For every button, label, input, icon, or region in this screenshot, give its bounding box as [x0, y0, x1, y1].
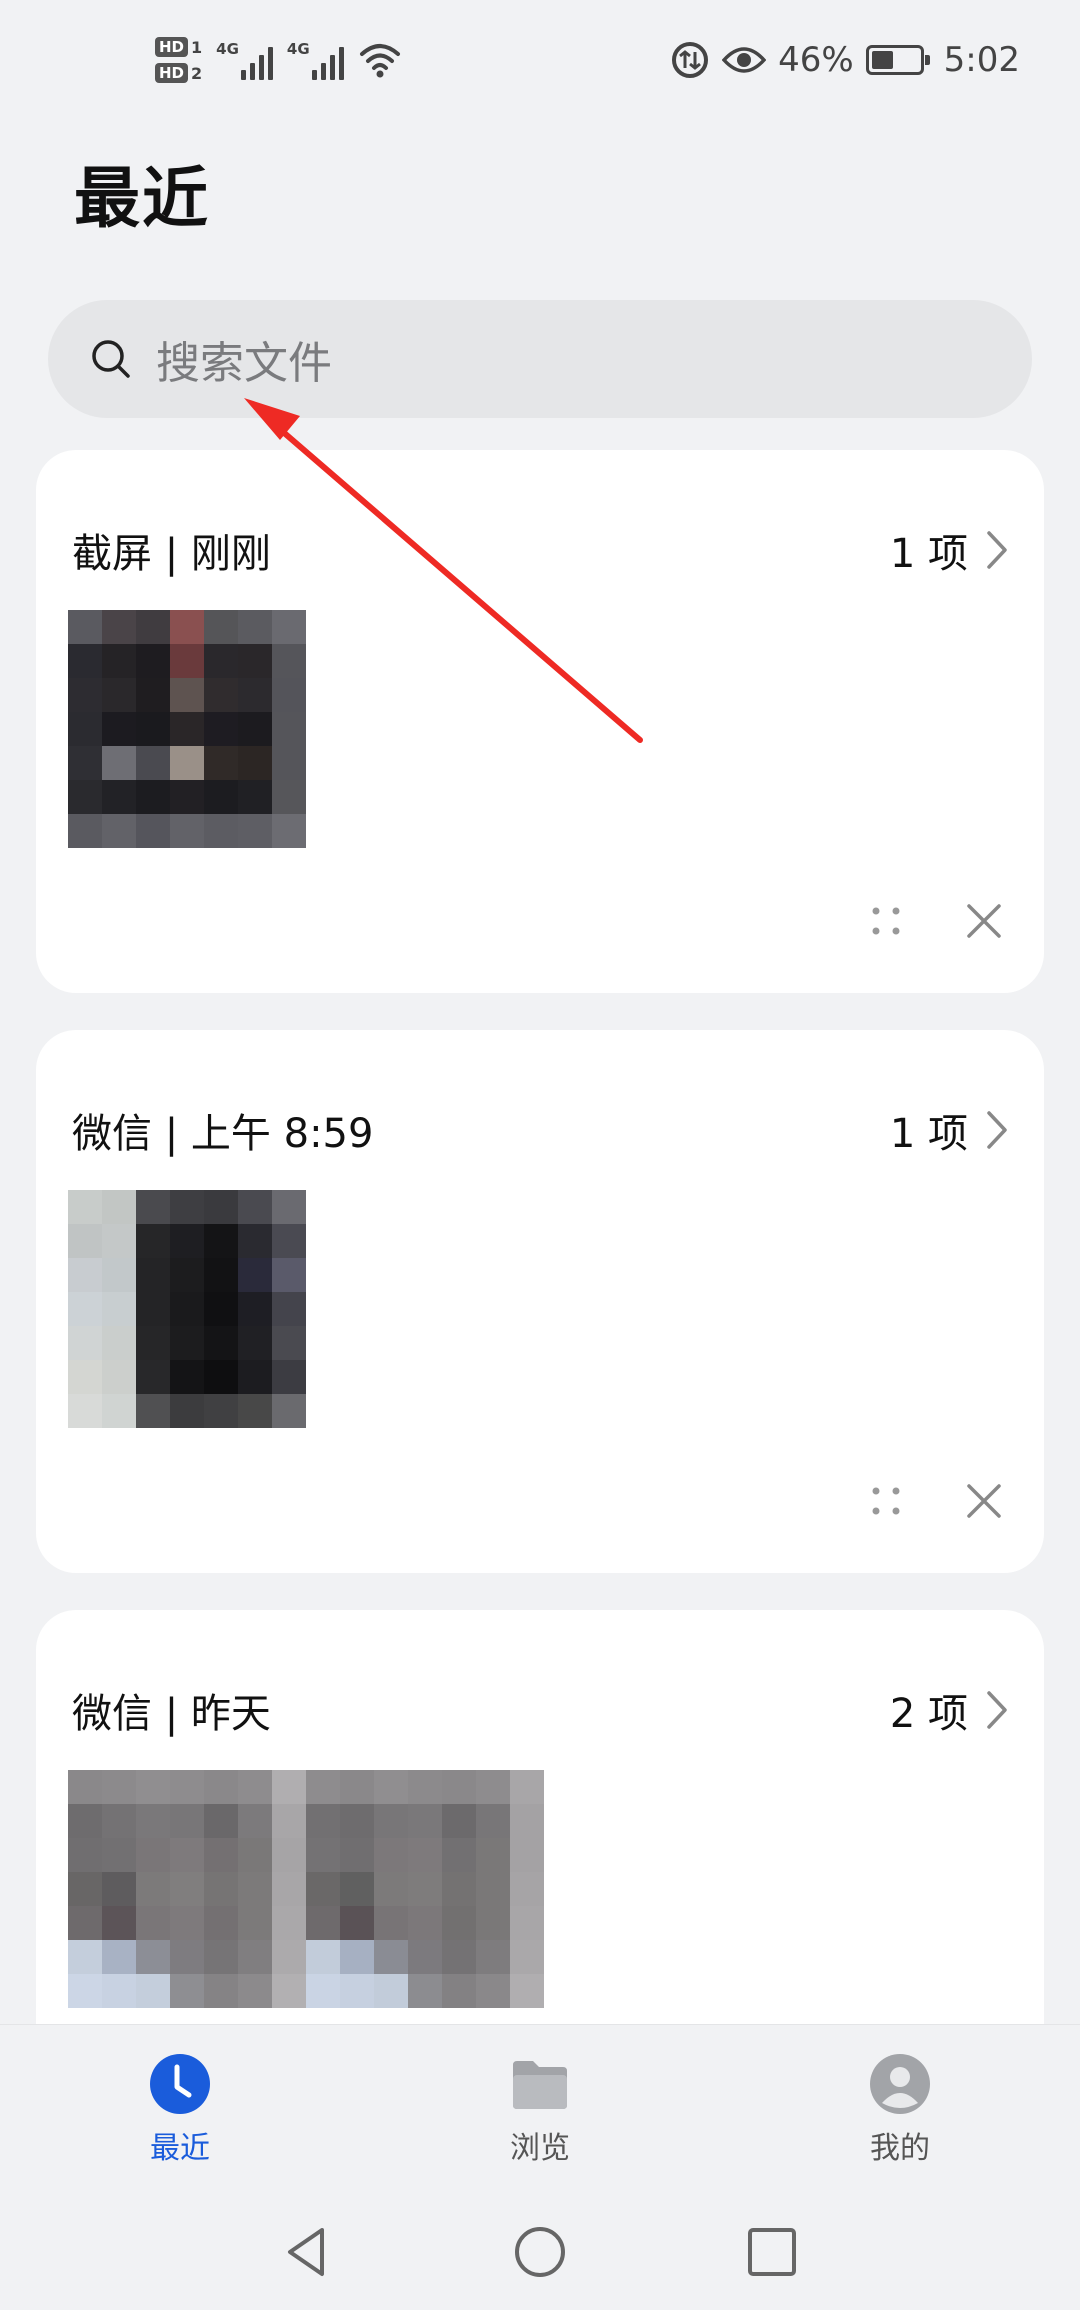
- drag-handle-icon[interactable]: [868, 1483, 904, 1519]
- file-thumbnail[interactable]: [68, 610, 306, 848]
- sim1-indicator: HD 1: [155, 37, 202, 57]
- close-icon[interactable]: [964, 1481, 1004, 1521]
- group-title: 微信 | 昨天: [72, 1691, 271, 1737]
- group-count-link[interactable]: 1 项: [890, 521, 1008, 579]
- home-icon[interactable]: [512, 2224, 568, 2280]
- group-title: 微信 | 上午 8:59: [72, 1111, 374, 1157]
- card-actions: [868, 1481, 1004, 1521]
- battery-fill: [871, 51, 893, 69]
- status-bar: HD 1 HD 2 4G 4G 46% 5:02: [0, 0, 1080, 120]
- network-type-1: 4G: [216, 40, 239, 58]
- clock-icon: [150, 2054, 210, 2114]
- nav-item-browse[interactable]: 浏览: [440, 2053, 640, 2167]
- eye-comfort-icon: [722, 47, 767, 73]
- group-count-link[interactable]: 1 项: [890, 1101, 1008, 1159]
- sim2-hd-label: HD: [155, 63, 189, 83]
- folder-icon: [513, 2061, 567, 2109]
- group-count: 1 项: [889, 1111, 968, 1157]
- nav-item-recent[interactable]: 最近: [80, 2053, 280, 2167]
- user-avatar-icon: [870, 2054, 930, 2114]
- nav-label-mine: 我的: [870, 2131, 930, 2166]
- sim1-hd-label: HD: [155, 37, 189, 57]
- card-actions: [868, 901, 1004, 941]
- recent-group-card[interactable]: 截屏 | 刚刚 1 项: [36, 450, 1044, 993]
- search-icon: [92, 340, 130, 378]
- drag-handle-icon[interactable]: [868, 903, 904, 939]
- group-title: 截屏 | 刚刚: [72, 531, 271, 577]
- nav-label-browse: 浏览: [510, 2131, 570, 2166]
- data-saver-icon: [672, 42, 709, 78]
- nav-label-recent: 最近: [150, 2131, 210, 2166]
- page-title: 最近: [74, 160, 210, 237]
- card-header: 微信 | 昨天 2 项: [72, 1680, 1008, 1740]
- thumbnail-row: [68, 1190, 306, 1428]
- recents-icon[interactable]: [744, 2224, 800, 2280]
- signal-1: 4G: [216, 40, 273, 80]
- group-count-link[interactable]: 2 项: [890, 1681, 1008, 1739]
- signal-2: 4G: [287, 40, 344, 80]
- card-header: 截屏 | 刚刚 1 项: [72, 520, 1008, 580]
- thumbnail-row: [68, 1770, 544, 2008]
- battery-icon: [865, 45, 930, 75]
- clock: 5:02: [943, 40, 1020, 80]
- screen: HD 1 HD 2 4G 4G 46% 5:02 最近 搜索文件 截屏 | 刚刚…: [0, 0, 1080, 2310]
- bottom-navigation: 最近 浏览 我的: [0, 2024, 1080, 2195]
- status-right: 46% 5:02: [670, 30, 1020, 90]
- group-count: 2 项: [889, 1691, 968, 1737]
- chevron-right-icon: [987, 1111, 1007, 1149]
- chevron-right-icon: [987, 531, 1007, 569]
- sim1-number: 1: [191, 37, 203, 57]
- wifi-icon: [359, 44, 400, 78]
- sim2-indicator: HD 2: [155, 63, 202, 83]
- signal-bars-icon: [240, 46, 273, 80]
- nav-item-mine[interactable]: 我的: [800, 2053, 1000, 2167]
- system-navigation: [0, 2194, 1080, 2310]
- file-thumbnail[interactable]: [68, 1190, 306, 1428]
- battery-percent: 46%: [778, 40, 854, 80]
- sim2-number: 2: [191, 63, 203, 83]
- card-header: 微信 | 上午 8:59 1 项: [72, 1100, 1008, 1160]
- recent-group-card[interactable]: 微信 | 上午 8:59 1 项: [36, 1030, 1044, 1573]
- sim-indicators: HD 1 HD 2: [155, 37, 202, 83]
- file-thumbnail[interactable]: [306, 1770, 544, 2008]
- signal-bars-icon: [311, 46, 344, 80]
- file-thumbnail[interactable]: [68, 1770, 306, 2008]
- network-type-2: 4G: [286, 40, 310, 58]
- thumbnail-row: [68, 610, 306, 848]
- back-icon[interactable]: [280, 2224, 336, 2280]
- status-left: HD 1 HD 2 4G 4G: [155, 30, 402, 90]
- search-placeholder: 搜索文件: [156, 338, 332, 389]
- group-count: 1 项: [889, 531, 968, 577]
- chevron-right-icon: [987, 1691, 1007, 1729]
- search-bar[interactable]: 搜索文件: [48, 300, 1032, 418]
- close-icon[interactable]: [964, 901, 1004, 941]
